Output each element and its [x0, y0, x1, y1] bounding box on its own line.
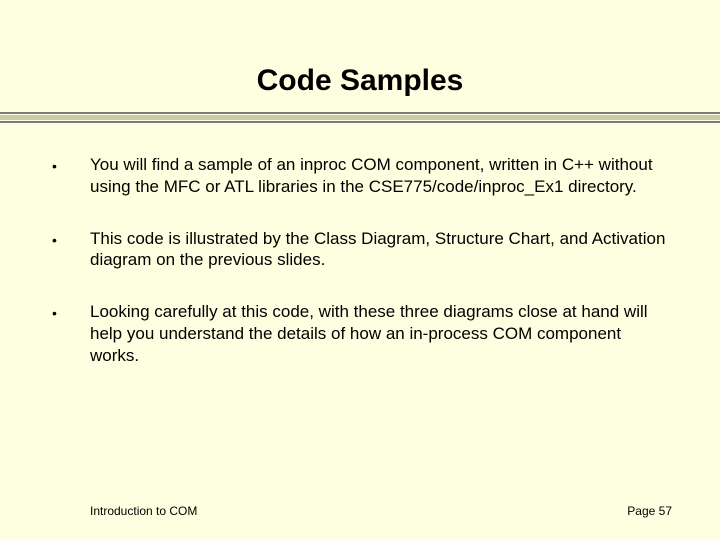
- slide-footer: Introduction to COM Page 57: [0, 504, 720, 518]
- bullet-icon: •: [48, 301, 90, 321]
- slide-title: Code Samples: [0, 0, 720, 112]
- title-divider: [0, 112, 720, 124]
- bullet-item: • This code is illustrated by the Class …: [48, 228, 672, 272]
- footer-page-number: Page 57: [627, 504, 672, 518]
- bullet-item: • Looking carefully at this code, with t…: [48, 301, 672, 366]
- bullet-icon: •: [48, 154, 90, 174]
- bullet-item: • You will find a sample of an inproc CO…: [48, 154, 672, 198]
- slide: Code Samples • You will find a sample of…: [0, 0, 720, 540]
- bullet-text: This code is illustrated by the Class Di…: [90, 228, 672, 272]
- bullet-icon: •: [48, 228, 90, 248]
- bullet-text: You will find a sample of an inproc COM …: [90, 154, 672, 198]
- bullet-text: Looking carefully at this code, with the…: [90, 301, 672, 366]
- slide-content: • You will find a sample of an inproc CO…: [0, 124, 720, 366]
- footer-left-text: Introduction to COM: [90, 504, 197, 518]
